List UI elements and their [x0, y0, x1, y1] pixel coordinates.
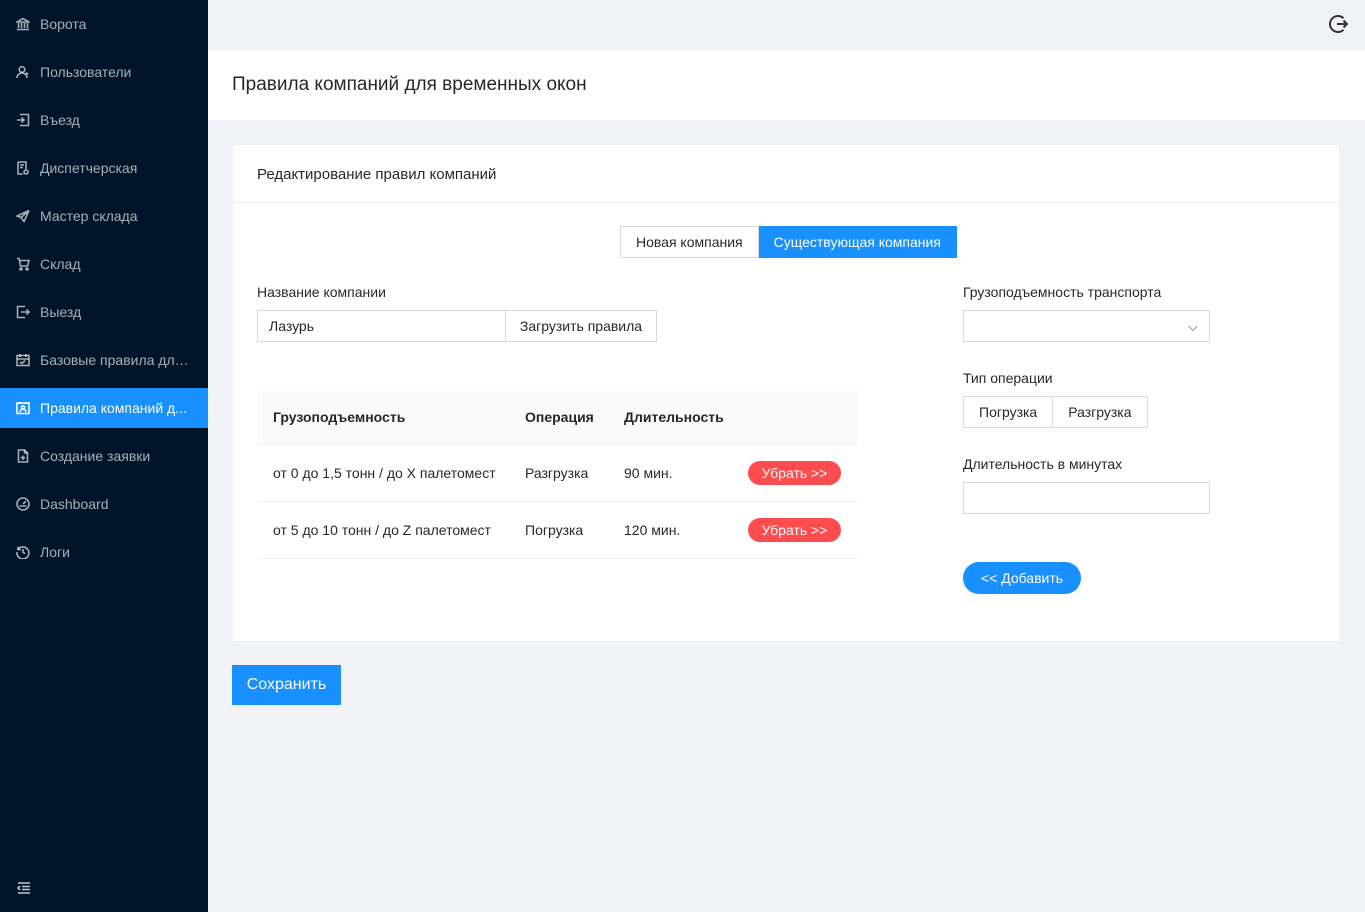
bank-icon [16, 17, 30, 31]
dashboard-icon [16, 497, 30, 511]
logout-icon [16, 305, 30, 319]
page-title: Правила компаний для временных окон [232, 74, 587, 95]
sidebar-item-users[interactable]: Пользователи [0, 52, 208, 92]
company-name-input[interactable] [257, 310, 506, 342]
mode-switch: Новая компания Существующая компания [620, 226, 957, 258]
row-duration: 90 мин. [624, 465, 673, 481]
sidebar-item-warehouse-master[interactable]: Мастер склада [0, 196, 208, 236]
cart-icon [16, 257, 30, 271]
row-duration: 120 мин. [624, 522, 681, 538]
table-header: Грузоподъемность Операция Длительность [257, 390, 858, 445]
operation-type-switch: Погрузка Разгрузка [963, 396, 1148, 428]
duration-label: Длительность в минутах [963, 456, 1123, 472]
sidebar-item-gates[interactable]: Ворота [0, 4, 208, 44]
sidebar-item-entry[interactable]: Въезд [0, 100, 208, 140]
tab-existing-company[interactable]: Существующая компания [758, 226, 957, 258]
row-capacity: от 5 до 10 тонн / до Z палетомест [273, 522, 491, 538]
sidebar-item-label: Въезд [40, 112, 80, 128]
sidebar-item-label: Склад [40, 256, 81, 272]
sidebar-item-label: Правила компаний д... [40, 400, 187, 416]
card-title: Редактирование правил компаний [233, 145, 1339, 203]
sidebar-item-warehouse[interactable]: Склад [0, 244, 208, 284]
contacts-icon [16, 401, 30, 415]
company-name-label: Название компании [257, 284, 386, 300]
row-operation: Погрузка [525, 522, 584, 538]
sidebar-item-label: Мастер склада [40, 208, 138, 224]
sidebar-item-label: Логи [40, 544, 70, 560]
page-header: Правила компаний для временных окон [208, 50, 1365, 120]
schedule-icon [16, 353, 30, 367]
sidebar-item-label: Выезд [40, 304, 82, 320]
column-header-operation: Операция [525, 409, 594, 425]
sidebar-item-exit[interactable]: Выезд [0, 292, 208, 332]
column-header-capacity: Грузоподъемность [273, 409, 406, 425]
sidebar-item-label: Создание заявки [40, 448, 151, 464]
save-button[interactable]: Сохранить [232, 665, 341, 705]
sidebar-item-dashboard[interactable]: Dashboard [0, 484, 208, 524]
top-bar [208, 0, 1365, 50]
file-add-icon [16, 449, 30, 463]
menu-fold-icon[interactable] [16, 880, 32, 896]
sidebar-item-label: Диспетчерская [40, 160, 138, 176]
sidebar-item-base-rules[interactable]: Базовые правила для ... [0, 340, 208, 380]
load-rules-button[interactable]: Загрузить правила [505, 310, 657, 342]
sidebar-item-company-rules[interactable]: Правила компаний д... [0, 388, 208, 428]
sidebar-item-logs[interactable]: Логи [0, 532, 208, 572]
login-icon [16, 113, 30, 127]
audit-icon [16, 161, 30, 175]
table-row: от 0 до 1,5 тонн / до X палетомест Разгр… [257, 445, 858, 502]
remove-rule-button[interactable]: Убрать >> [748, 461, 841, 485]
rules-table: Грузоподъемность Операция Длительность о… [257, 390, 858, 559]
operation-unloading-option[interactable]: Разгрузка [1053, 396, 1148, 428]
table-row: от 5 до 10 тонн / до Z палетомест Погруз… [257, 502, 858, 559]
remove-rule-button[interactable]: Убрать >> [748, 518, 841, 542]
chevron-down-icon [1187, 321, 1199, 333]
tab-new-company[interactable]: Новая компания [620, 226, 759, 258]
sidebar-item-label: Базовые правила для ... [40, 352, 195, 368]
sidebar: Ворота Пользователи Въезд Диспетчерская … [0, 0, 208, 912]
history-icon [16, 545, 30, 559]
rules-edit-card: Редактирование правил компаний Новая ком… [232, 144, 1340, 642]
logout-icon[interactable] [1327, 13, 1349, 35]
send-icon [16, 209, 30, 223]
sidebar-item-label: Ворота [40, 16, 87, 32]
duration-input[interactable] [963, 482, 1210, 514]
sidebar-item-label: Пользователи [40, 64, 132, 80]
sidebar-item-dispatch[interactable]: Диспетчерская [0, 148, 208, 188]
operation-type-label: Тип операции [963, 370, 1053, 386]
sidebar-item-create-request[interactable]: Создание заявки [0, 436, 208, 476]
column-header-duration: Длительность [624, 409, 724, 425]
operation-loading-option[interactable]: Погрузка [963, 396, 1054, 428]
row-capacity: от 0 до 1,5 тонн / до X палетомест [273, 465, 496, 481]
row-operation: Разгрузка [525, 465, 589, 481]
sidebar-item-label: Dashboard [40, 496, 109, 512]
capacity-select[interactable] [963, 310, 1210, 342]
capacity-label: Грузоподъемность транспорта [963, 284, 1162, 300]
add-rule-button[interactable]: << Добавить [963, 562, 1081, 594]
users-icon [16, 65, 30, 79]
